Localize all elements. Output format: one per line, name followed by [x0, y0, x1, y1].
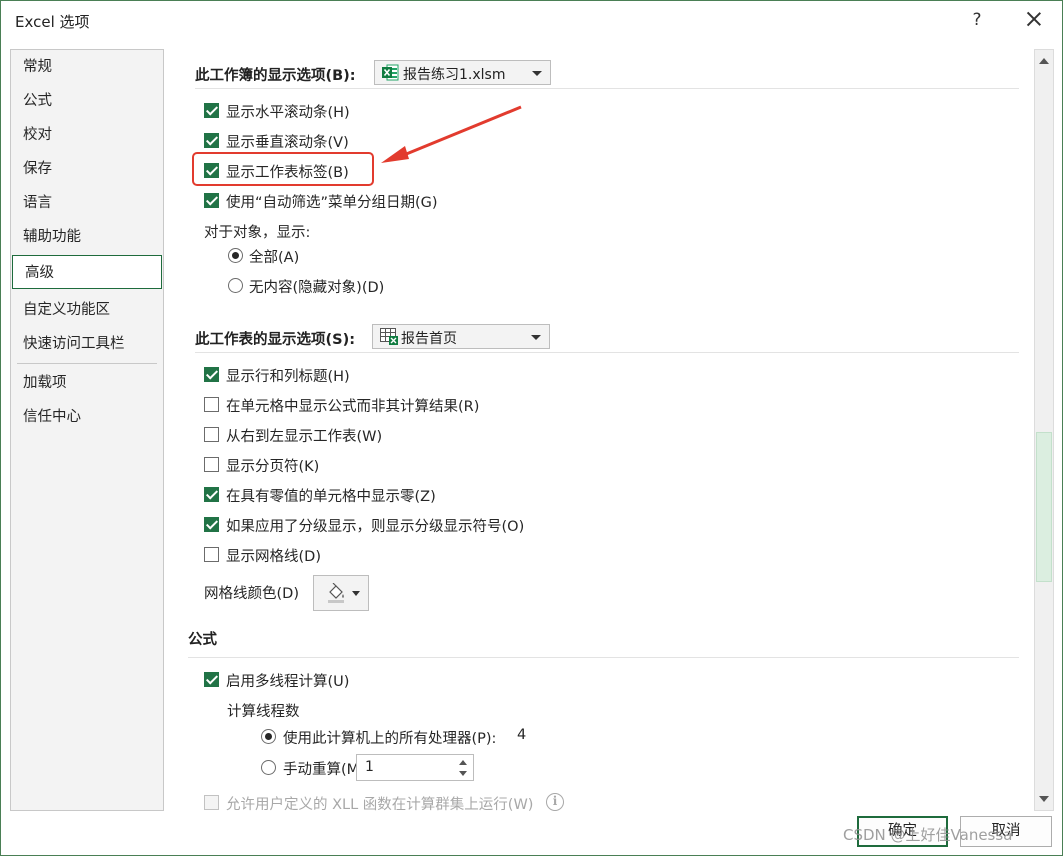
watermark-text: CSDN @上好佳Vanessa [843, 826, 1013, 844]
chevron-down-icon [352, 591, 360, 596]
info-icon[interactable]: i [546, 793, 564, 811]
label-show-horizontal-scrollbar: 显示水平滚动条(H) [226, 105, 350, 121]
checkbox-xll-cluster[interactable] [204, 795, 219, 810]
formulas-section-header: 公式 [188, 632, 217, 648]
label-manual-threads: 手动重算(M) [283, 762, 365, 778]
annotation-arrow [381, 105, 522, 163]
nav-item-accessibility[interactable]: 辅助功能 [11, 220, 163, 254]
manual-threads-value: 1 [365, 759, 374, 775]
label-use-all-processors: 使用此计算机上的所有处理器(P): [283, 731, 497, 747]
checkbox-show-horizontal-scrollbar[interactable] [204, 103, 219, 118]
radio-manual-threads[interactable] [261, 760, 276, 775]
nav-item-trust-center[interactable]: 信任中心 [11, 400, 163, 434]
dialog-title: Excel 选项 [15, 13, 90, 31]
checkbox-show-row-col-headers[interactable] [204, 367, 219, 382]
label-show-page-breaks: 显示分页符(K) [226, 459, 320, 475]
checkbox-show-formulas[interactable] [204, 397, 219, 412]
section-divider [195, 88, 1019, 89]
scrollbar-thumb[interactable] [1036, 432, 1052, 582]
label-objects-nothing: 无内容(隐藏对象)(D) [249, 280, 385, 296]
vertical-scrollbar[interactable] [1034, 49, 1054, 811]
workbook-display-header: 此工作簿的显示选项(B): [195, 68, 356, 84]
checkbox-show-outline-symbols[interactable] [204, 517, 219, 532]
sheet-icon [380, 328, 398, 345]
scroll-up-icon[interactable] [1035, 52, 1053, 70]
title-bar: Excel 选项 ? [1, 1, 1062, 41]
manual-threads-spinner[interactable]: 1 [356, 754, 474, 781]
nav-item-proofing[interactable]: 校对 [11, 118, 163, 152]
checkbox-group-dates-autofilter[interactable] [204, 193, 219, 208]
chevron-down-icon [531, 335, 541, 340]
excel-options-dialog: Excel 选项 ? 常规 公式 校对 保存 语言 辅助功能 高级 自定义功能区… [0, 0, 1063, 856]
worksheet-select[interactable]: 报告首页 [372, 324, 550, 349]
checkbox-show-zero[interactable] [204, 487, 219, 502]
spinner-down-icon[interactable] [459, 771, 467, 776]
radio-objects-all[interactable] [228, 248, 243, 263]
workbook-select[interactable]: 报告练习1.xlsm [374, 60, 551, 85]
paint-bucket-icon [328, 583, 344, 603]
gridline-color-label: 网格线颜色(D) [204, 586, 299, 602]
help-button[interactable]: ? [967, 10, 987, 30]
scroll-down-icon[interactable] [1035, 790, 1053, 808]
nav-item-customize-ribbon[interactable]: 自定义功能区 [11, 293, 163, 327]
nav-item-general[interactable]: 常规 [11, 50, 163, 84]
label-enable-multithreaded-calc: 启用多线程计算(U) [226, 674, 350, 690]
processor-count: 4 [517, 727, 527, 743]
gridline-color-button[interactable] [313, 575, 369, 611]
nav-item-quick-access-toolbar[interactable]: 快速访问工具栏 [11, 327, 163, 361]
calc-threads-label: 计算线程数 [227, 704, 300, 720]
nav-item-save[interactable]: 保存 [11, 152, 163, 186]
label-show-vertical-scrollbar: 显示垂直滚动条(V) [226, 135, 349, 151]
worksheet-display-header: 此工作表的显示选项(S): [195, 332, 355, 348]
label-show-formulas: 在单元格中显示公式而非其计算结果(R) [226, 399, 480, 415]
spinner-up-icon[interactable] [459, 760, 467, 765]
annotation-highlight-box [192, 152, 374, 186]
section-divider [195, 352, 1019, 353]
nav-item-formulas[interactable]: 公式 [11, 84, 163, 118]
worksheet-select-value: 报告首页 [401, 331, 457, 347]
label-show-outline-symbols: 如果应用了分级显示，则显示分级显示符号(O) [226, 519, 525, 535]
checkbox-right-to-left[interactable] [204, 427, 219, 442]
nav-divider [17, 363, 157, 364]
checkbox-show-vertical-scrollbar[interactable] [204, 133, 219, 148]
label-right-to-left: 从右到左显示工作表(W) [226, 429, 383, 445]
nav-item-advanced[interactable]: 高级 [12, 255, 162, 289]
close-icon[interactable] [1021, 6, 1047, 32]
label-show-gridlines: 显示网格线(D) [226, 549, 321, 565]
checkbox-enable-multithreaded-calc[interactable] [204, 672, 219, 687]
radio-objects-nothing[interactable] [228, 278, 243, 293]
label-objects-all: 全部(A) [249, 250, 300, 266]
excel-file-icon [382, 64, 399, 81]
label-xll-cluster: 允许用户定义的 XLL 函数在计算群集上运行(W) [226, 797, 534, 811]
workbook-select-value: 报告练习1.xlsm [403, 67, 506, 83]
category-nav: 常规 公式 校对 保存 语言 辅助功能 高级 自定义功能区 快速访问工具栏 加载… [10, 49, 164, 811]
label-show-zero: 在具有零值的单元格中显示零(Z) [226, 489, 436, 505]
radio-use-all-processors[interactable] [261, 729, 276, 744]
nav-item-language[interactable]: 语言 [11, 186, 163, 220]
label-group-dates-autofilter: 使用“自动筛选”菜单分组日期(G) [226, 195, 438, 211]
objects-display-label: 对于对象，显示: [204, 225, 311, 241]
chevron-down-icon [532, 71, 542, 76]
section-divider [188, 657, 1019, 658]
checkbox-show-gridlines[interactable] [204, 547, 219, 562]
label-show-row-col-headers: 显示行和列标题(H) [226, 369, 350, 385]
nav-item-add-ins[interactable]: 加载项 [11, 366, 163, 400]
checkbox-show-page-breaks[interactable] [204, 457, 219, 472]
